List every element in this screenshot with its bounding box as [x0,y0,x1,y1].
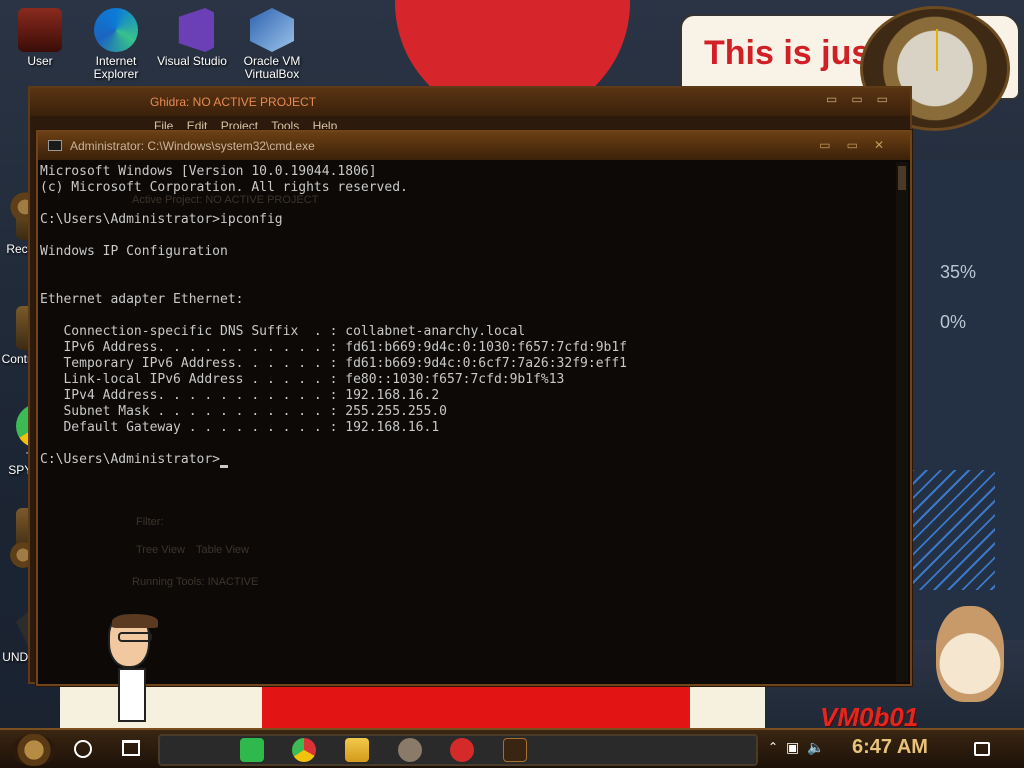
desktop-icon[interactable]: Internet Explorer [76,8,156,81]
terminal-line-text: Ethernet adapter Ethernet: [40,292,244,307]
terminal-line-text: Connection-specific DNS Suffix . : colla… [40,324,526,339]
terminal-cursor [220,465,229,468]
desktop-icon-label: Visual Studio [157,54,227,68]
desktop-icon-label: User [27,54,53,68]
ghidra-icon[interactable] [450,738,474,762]
terminal-line: Temporary IPv6 Address. . . . . . : fd61… [40,356,902,372]
terminal-line-text: Temporary IPv6 Address. . . . . . : fd61… [40,356,627,371]
wallpaper-hatch [900,470,995,590]
terminal-line-text: (c) Microsoft Corporation. All rights re… [40,180,408,195]
terminal-line: C:\Users\Administrator> [40,452,902,468]
wallpaper-sign-text: This is jus [704,34,871,72]
file-explorer-icon[interactable] [345,738,369,762]
terminal-line: Windows IP Configuration [40,244,902,260]
user-folder-icon [18,8,62,52]
desktop-icon[interactable]: Oracle VM VirtualBox [232,8,312,81]
chevron-up-icon[interactable]: ⌃ [768,740,778,754]
virtualbox-icon [250,8,294,52]
desktop-icon[interactable]: User [0,8,80,68]
ghidra-running-tools-label: Running Tools: INACTIVE [132,576,259,588]
terminal-line-text: Windows IP Configuration [40,244,228,259]
terminal-line-text: IPv4 Address. . . . . . . . . . . : 192.… [40,388,440,403]
terminal-line: IPv4 Address. . . . . . . . . . . : 192.… [40,388,902,404]
cmd-window-controls[interactable]: ▭▭✕ [819,138,900,152]
terminal-line-text: C:\Users\Administrator> [40,452,221,467]
cmd-title-bar[interactable]: Administrator: C:\Windows\system32\cmd.e… [38,132,910,160]
terminal-line-text: IPv6 Address. . . . . . . . . . . : fd61… [40,340,627,355]
edge-icon [94,8,138,52]
gimp-icon[interactable] [398,738,422,762]
desktop-icon-label: Oracle VM VirtualBox [243,54,301,81]
desktop-icon[interactable]: Visual Studio [152,8,232,68]
scrollbar-thumb[interactable] [898,166,906,190]
visual-studio-icon [178,8,214,52]
task-view-icon[interactable] [122,740,140,756]
ghidra-filter-label: Filter: [136,516,164,528]
search-icon[interactable] [74,740,92,758]
ghidra-title-bar[interactable]: Ghidra: NO ACTIVE PROJECT [30,88,910,116]
cpu-gauge: 35% [940,262,977,282]
terminal-line: IPv6 Address. . . . . . . . . . . : fd61… [40,340,902,356]
ghidra-title: Ghidra: NO ACTIVE PROJECT [150,95,317,109]
terminal-line: Link-local IPv6 Address . . . . . : fe80… [40,372,902,388]
ghidra-active-project-label: Active Project: NO ACTIVE PROJECT [132,194,319,206]
notes-icon[interactable] [240,738,264,762]
wallpaper-red-strip [262,680,690,732]
chrome-icon[interactable] [292,738,316,762]
terminal-line: Subnet Mask . . . . . . . . . . . : 255.… [40,404,902,420]
cmd-title: Administrator: C:\Windows\system32\cmd.e… [70,139,315,153]
terminal-line: C:\Users\Administrator>ipconfig [40,212,902,228]
clock-time[interactable]: 6:47 AM [852,736,928,759]
memory-gauge: 0% [940,312,967,332]
terminal-line: Ethernet adapter Ethernet: [40,292,902,308]
ghidra-window-controls[interactable]: ▭▭▭ [826,92,902,106]
cmd-window[interactable]: Administrator: C:\Windows\system32\cmd.e… [36,130,912,686]
hank-character-widget [104,614,158,724]
cmd-icon [48,140,62,151]
terminal-line-text: Default Gateway . . . . . . . . . : 192.… [40,420,440,435]
ghidra-tab-tree-view: Tree View [136,544,185,556]
terminal-scrollbar[interactable] [896,162,908,682]
notification-icon[interactable] [974,742,990,756]
start-button[interactable] [12,734,56,766]
terminal-line-text: C:\Users\Administrator>ipconfig [40,212,283,227]
ghidra-tab-table-view: Table View [196,544,249,556]
terminal-line: Connection-specific DNS Suffix . : colla… [40,324,902,340]
terminal-line-text: Link-local IPv6 Address . . . . . : fe80… [40,372,565,387]
terminal-line: Default Gateway . . . . . . . . . : 192.… [40,420,902,436]
taskbar: ⌃ ▣🔈 6:47 AM [0,728,1024,768]
desktop-icon-label: Internet Explorer [93,54,139,81]
system-tray-icons[interactable]: ▣🔈 [786,740,833,756]
terminal-line-text: Microsoft Windows [Version 10.0.19044.18… [40,164,377,179]
terminal-line-text: Subnet Mask . . . . . . . . . . . : 255.… [40,404,447,419]
cmd-taskbar-icon[interactable] [503,738,527,762]
hamster-widget [936,606,1004,702]
terminal-line: Microsoft Windows [Version 10.0.19044.18… [40,164,902,180]
